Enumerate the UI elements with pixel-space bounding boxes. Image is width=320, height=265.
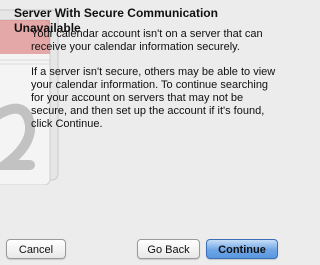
- continue-button[interactable]: Continue: [206, 239, 278, 259]
- message-paragraph-1: Your calendar account isn't on a server …: [31, 28, 263, 53]
- go-back-button[interactable]: Go Back: [137, 239, 200, 259]
- dialog-message: Your calendar account isn't on a server …: [31, 28, 277, 143]
- secure-server-dialog: Server With Secure Communication Unavail…: [0, 0, 286, 265]
- cancel-button[interactable]: Cancel: [6, 239, 66, 259]
- message-paragraph-2: If a server isn't secure, others may be …: [31, 66, 276, 130]
